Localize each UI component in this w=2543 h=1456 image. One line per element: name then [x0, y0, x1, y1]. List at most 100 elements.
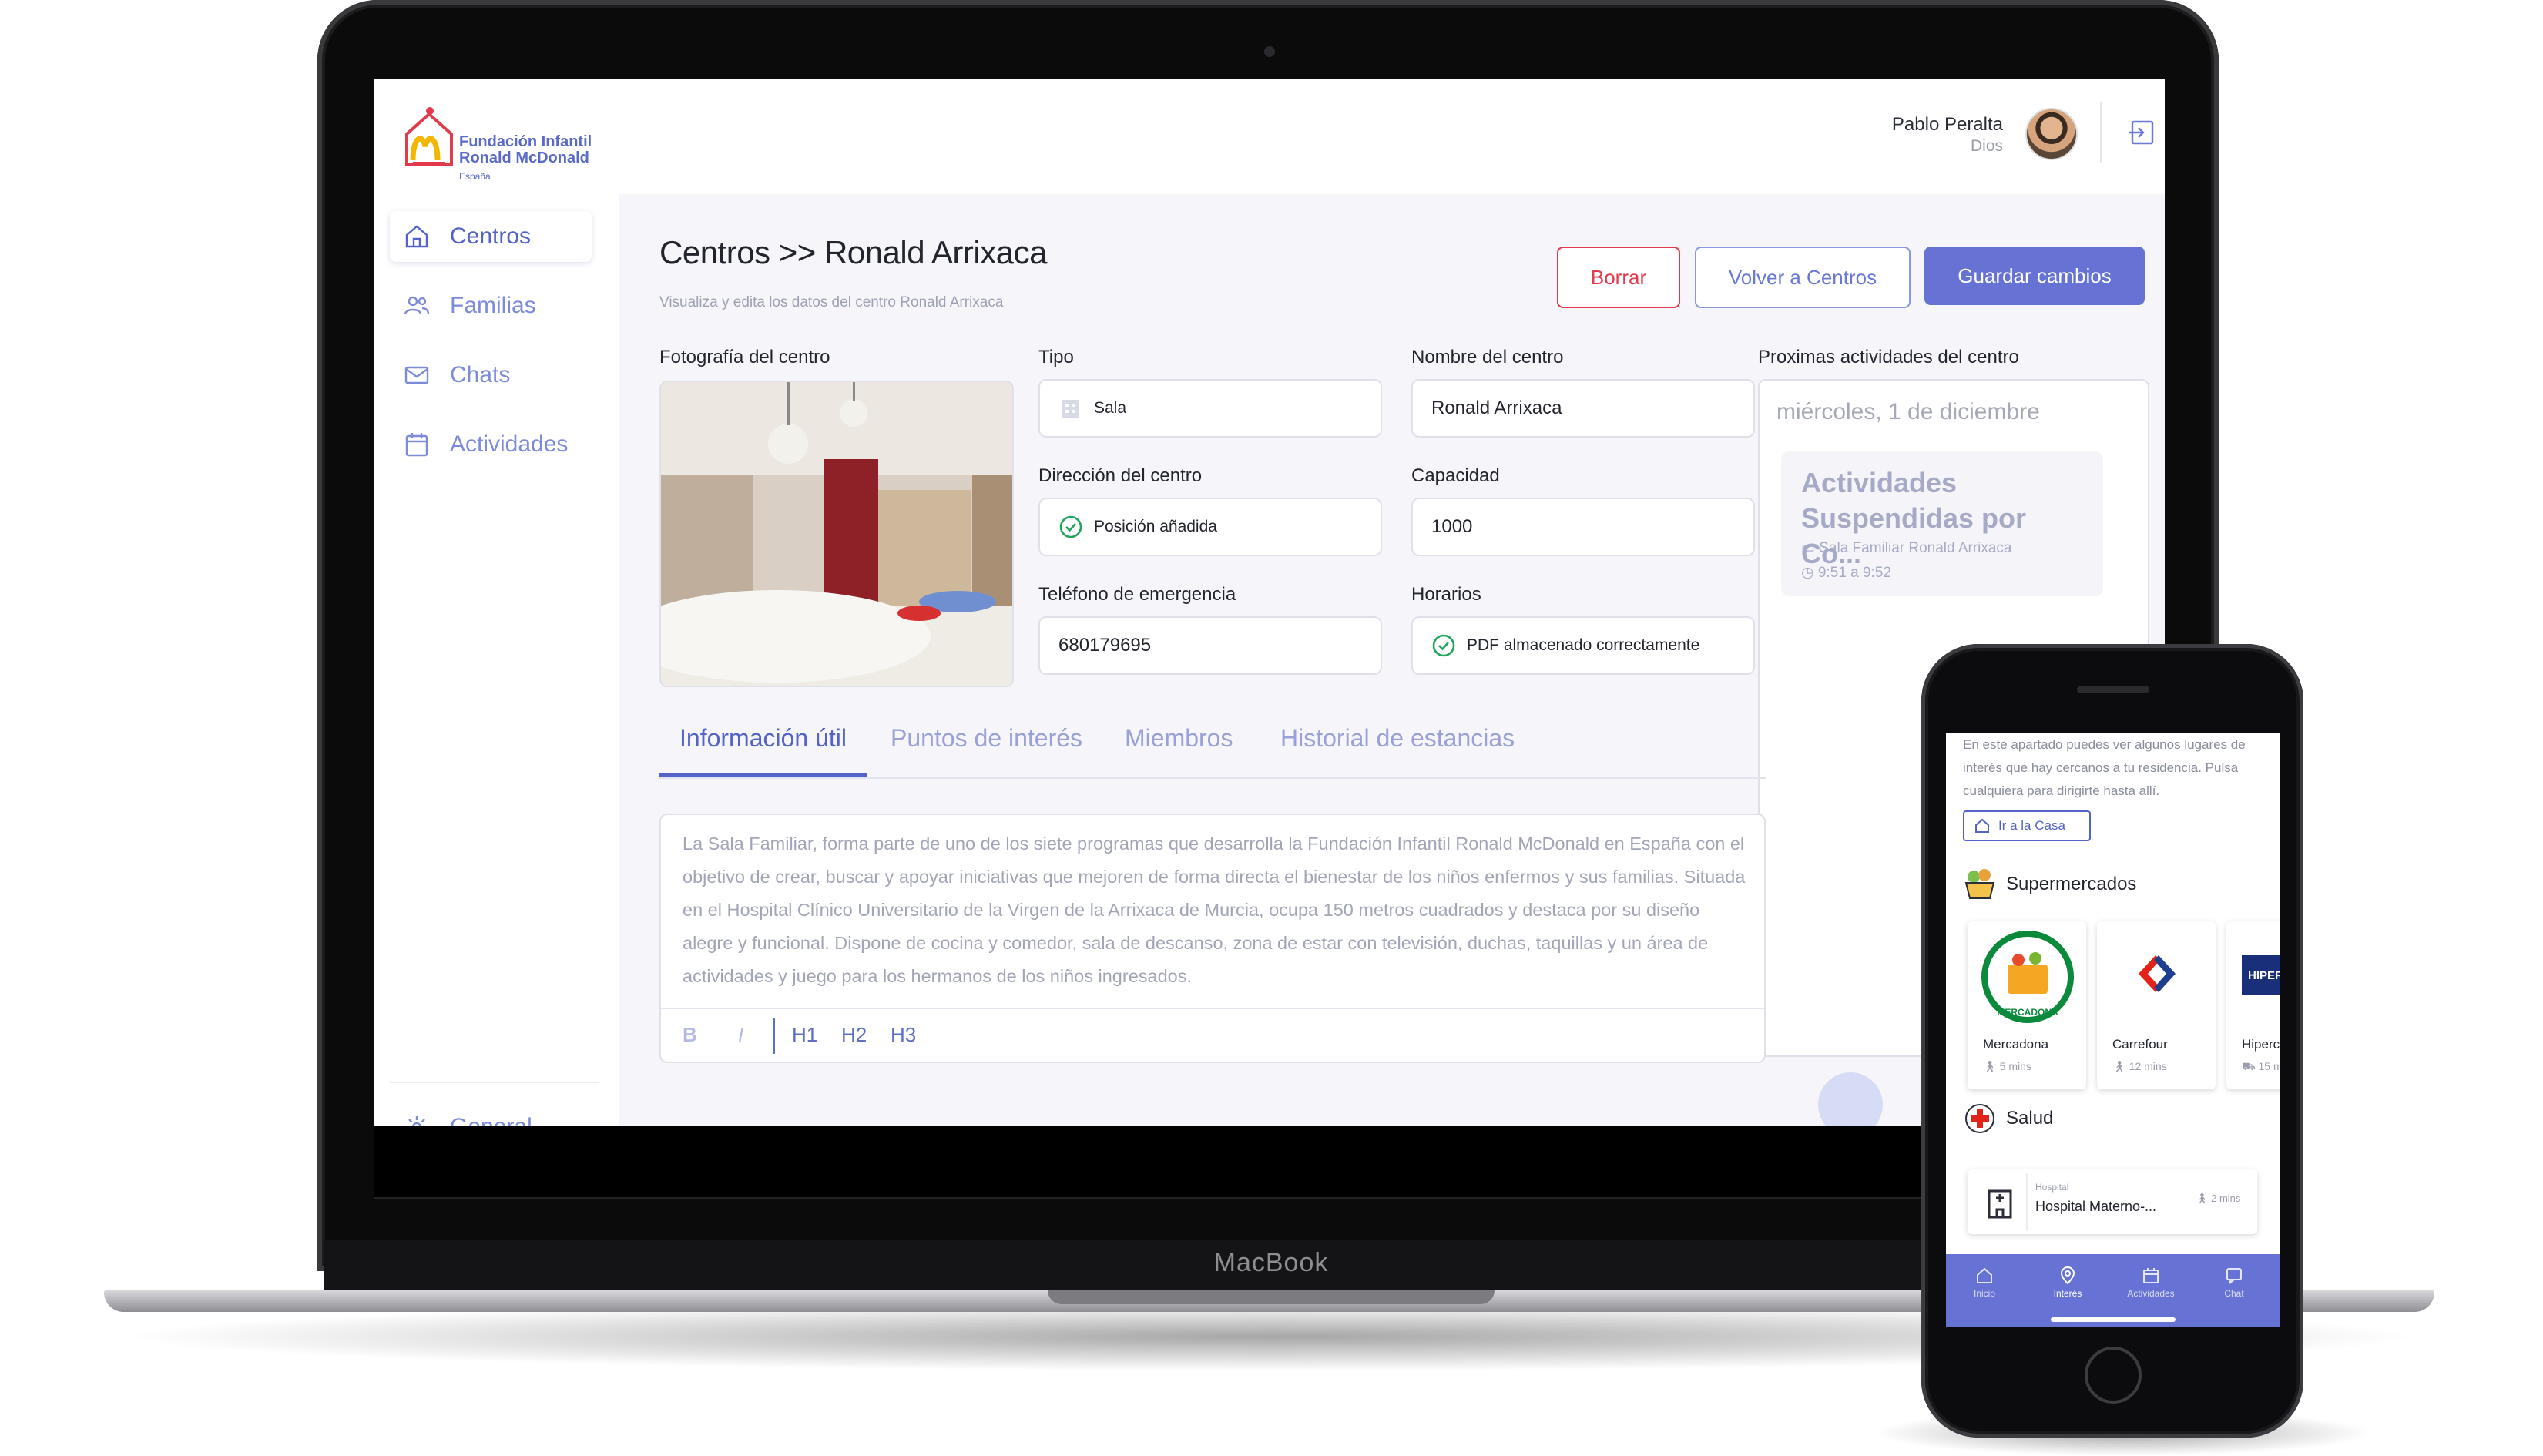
- poi-name: Hiperc: [2242, 1037, 2280, 1052]
- tab-puntos-de-interes[interactable]: Puntos de interés: [891, 724, 1082, 773]
- avatar[interactable]: [2025, 108, 2078, 160]
- sidebar-item-chats[interactable]: Chats: [390, 350, 592, 401]
- toolbar-divider: [773, 1018, 775, 1054]
- activity-card[interactable]: Actividades Suspendidas por Co... ▭ Sala…: [1781, 451, 2103, 596]
- poi-category: Hospital: [2035, 1182, 2069, 1193]
- sidebar-item-centros[interactable]: Centros: [390, 211, 592, 262]
- poi-name: Carrefour: [2112, 1037, 2168, 1052]
- tab-bar: Información útil Puntos de interés Miemb…: [659, 724, 1766, 779]
- mercadona-logo: MERCADONA: [1981, 931, 2074, 1023]
- laptop-screen: Fundación Infantil Ronald McDonald Españ…: [374, 79, 2165, 1126]
- tipo-select[interactable]: Sala: [1038, 379, 1382, 438]
- phone-tab-chat[interactable]: Chat: [2196, 1266, 2273, 1299]
- calendar-icon: ▭: [1801, 540, 1820, 556]
- capacidad-input[interactable]: 1000: [1411, 498, 1755, 556]
- app-header: Fundación Infantil Ronald McDonald Españ…: [374, 79, 2165, 194]
- poi-card-mercadona[interactable]: MERCADONA Mercadona 🚶︎ 5 mins: [1968, 921, 2086, 1089]
- poi-time-text: 15 m: [2258, 1060, 2280, 1072]
- direccion-value: Posición añadida: [1094, 518, 1217, 535]
- italic-button[interactable]: I: [738, 1023, 743, 1047]
- car-icon: ⛟: [2242, 1060, 2259, 1072]
- h2-button[interactable]: H2: [841, 1023, 867, 1047]
- editor-content[interactable]: La Sala Familiar, forma parte de uno de …: [683, 827, 1746, 993]
- activity-location: ▭ Sala Familiar Ronald Arrixaca: [1801, 539, 2012, 557]
- activities-label: Proximas actividades del centro: [1758, 347, 2019, 367]
- sidebar-item-label: General: [450, 1114, 532, 1126]
- poi-card-carrefour[interactable]: Carrefour 🚶︎ 12 mins: [2097, 921, 2216, 1089]
- poi-time: 🚶︎ 12 mins: [2112, 1060, 2167, 1073]
- phone-tab-label: Inicio: [1973, 1288, 1995, 1299]
- phone-speaker: [2077, 686, 2149, 693]
- h3-button[interactable]: H3: [891, 1023, 916, 1047]
- poi-time-text: 2 mins: [2211, 1193, 2241, 1204]
- phone-tab-label: Chat: [2224, 1288, 2244, 1299]
- tab-informacion-util[interactable]: Información útil: [659, 724, 867, 777]
- horarios-label: Horarios: [1411, 584, 1481, 605]
- editor-toolbar: B I H1 H2 H3: [661, 1008, 1764, 1063]
- phone-tab-interes[interactable]: Interés: [2029, 1266, 2106, 1299]
- poi-name: Mercadona: [1983, 1037, 2049, 1052]
- logo-text: Fundación Infantil Ronald McDonald: [459, 134, 592, 166]
- laptop-screen-chin: [374, 1126, 2165, 1199]
- user-role: Dios: [1970, 137, 2003, 155]
- h1-button[interactable]: H1: [792, 1023, 817, 1047]
- activity-date: miércoles, 1 de diciembre: [1776, 399, 2040, 424]
- laptop-base-notch: [1048, 1290, 1495, 1304]
- activity-location-text: Sala Familiar Ronald Arrixaca: [1819, 540, 2012, 556]
- poi-card-hospital[interactable]: Hospital Hospital Materno-... 🚶︎ 2 mins: [1968, 1169, 2257, 1234]
- sidebar-item-general[interactable]: General: [390, 1102, 592, 1126]
- check-circle-icon: [1432, 634, 1455, 657]
- phone-tab-actividades[interactable]: Actividades: [2112, 1266, 2189, 1299]
- page-subtitle: Visualiza y edita los datos del centro R…: [659, 294, 1004, 310]
- poi-card-hipercor[interactable]: HIPERC Hiperc ⛟ 15 m: [2226, 921, 2280, 1089]
- phone-tab-label: Actividades: [2127, 1288, 2175, 1299]
- back-to-centros-button[interactable]: Volver a Centros: [1695, 247, 1911, 308]
- tab-miembros[interactable]: Miembros: [1125, 724, 1233, 773]
- phone-tab-inicio[interactable]: Inicio: [1946, 1266, 2023, 1299]
- hipercor-logo: HIPERC: [2242, 955, 2280, 995]
- go-home-label: Ir a la Casa: [1998, 818, 2065, 833]
- phone-home-button[interactable]: [2085, 1347, 2142, 1404]
- home-icon: [405, 225, 428, 248]
- go-home-button[interactable]: Ir a la Casa: [1963, 810, 2091, 841]
- interest-intro-text: En este apartado puedes ver algunos luga…: [1963, 737, 2246, 798]
- logo-line-1: Fundación Infantil: [459, 133, 592, 150]
- horarios-value: PDF almacenado correctamente: [1467, 636, 1700, 654]
- sidebar-item-label: Actividades: [450, 431, 569, 457]
- building-icon: [1062, 400, 1079, 418]
- center-photo-image: [661, 382, 1012, 686]
- bold-button[interactable]: B: [683, 1023, 697, 1047]
- home-icon: [1977, 1267, 1992, 1283]
- center-photo[interactable]: [659, 381, 1014, 687]
- direccion-field[interactable]: Posición añadida: [1038, 498, 1382, 556]
- logout-icon[interactable]: [2128, 119, 2156, 146]
- hospital-building-icon: [1988, 1189, 2012, 1219]
- poi-time-text: 12 mins: [2129, 1060, 2167, 1072]
- supermarkets-title: Supermercados: [2006, 874, 2137, 894]
- sidebar-item-actividades[interactable]: Actividades: [390, 419, 592, 470]
- hospital-divider: [2026, 1173, 2028, 1231]
- delete-button[interactable]: Borrar: [1557, 247, 1680, 308]
- sidebar-item-familias[interactable]: Familias: [390, 280, 592, 331]
- walking-icon: 🚶︎: [2196, 1193, 2212, 1204]
- poi-time-text: 5 mins: [1999, 1060, 2031, 1072]
- logo[interactable]: Fundación Infantil Ronald McDonald Españ…: [402, 96, 602, 182]
- location-pin-icon: [2060, 1266, 2075, 1285]
- horarios-field[interactable]: PDF almacenado correctamente: [1411, 616, 1755, 675]
- nombre-input[interactable]: Ronald Arrixaca: [1411, 379, 1755, 438]
- calendar-icon: [2143, 1268, 2159, 1283]
- rich-text-editor[interactable]: La Sala Familiar, forma parte de uno de …: [659, 814, 1766, 1063]
- walking-icon: 🚶︎: [1983, 1060, 2000, 1072]
- phone-tab-label: Interés: [2053, 1288, 2082, 1299]
- health-icon: [1965, 1104, 1994, 1133]
- phone-home-indicator: [2051, 1317, 2176, 1322]
- tab-historial-de-estancias[interactable]: Historial de estancias: [1280, 724, 1515, 773]
- decorative-circle: [1818, 1072, 1883, 1126]
- sidebar-item-label: Familias: [450, 293, 536, 318]
- chat-icon: [2226, 1268, 2242, 1284]
- save-changes-button[interactable]: Guardar cambios: [1924, 247, 2145, 305]
- direccion-label: Dirección del centro: [1038, 465, 1203, 486]
- gear-icon: [406, 1116, 428, 1126]
- mercadona-logo-text: MERCADONA: [1997, 1007, 2058, 1018]
- telefono-input[interactable]: 680179695: [1038, 616, 1382, 675]
